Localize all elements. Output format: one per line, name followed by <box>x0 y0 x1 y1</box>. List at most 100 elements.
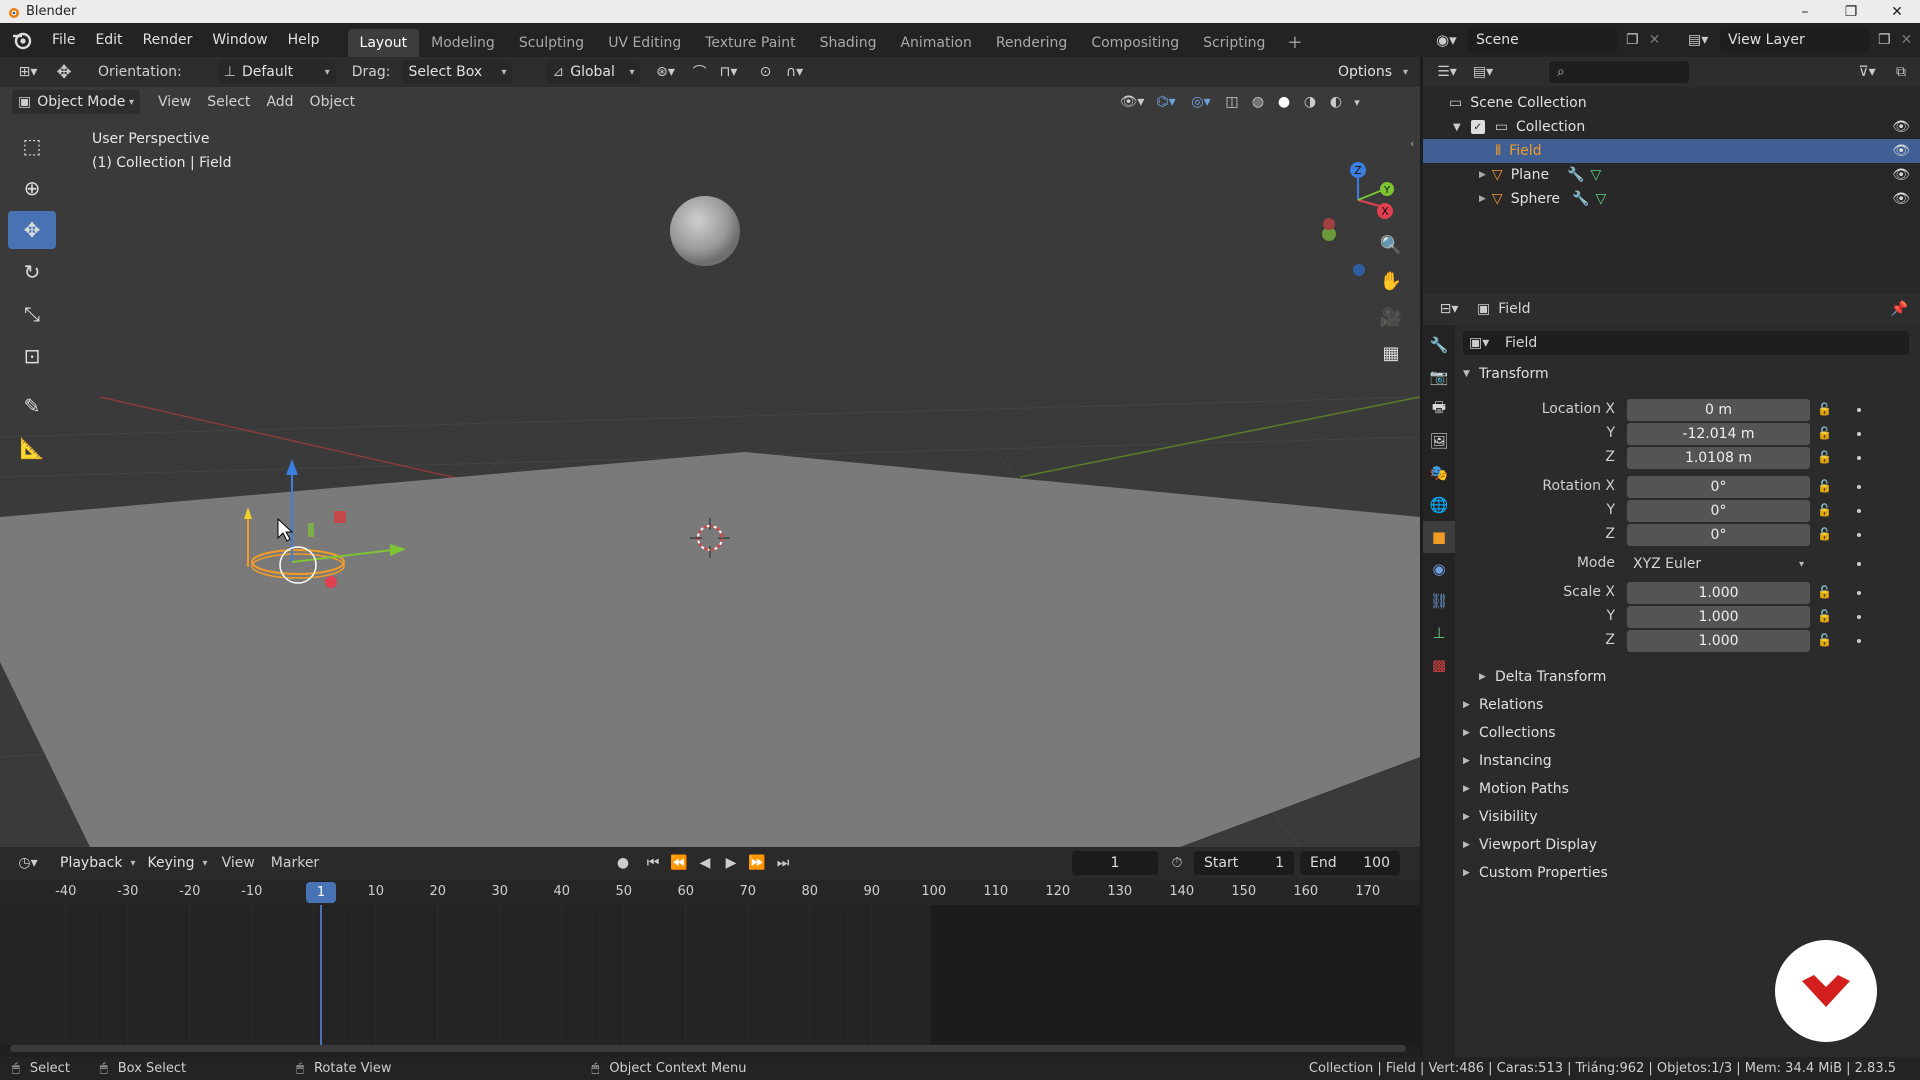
pivot-point-icon[interactable]: ⊛▾ <box>648 60 682 84</box>
start-frame-field[interactable]: Start 1 <box>1194 851 1294 875</box>
solid-shading-icon[interactable]: ● <box>1271 90 1297 114</box>
maximize-button[interactable]: ❐ <box>1828 0 1874 23</box>
lock-icon[interactable]: 🔓 <box>1817 633 1832 647</box>
rotation-mode-dropdown[interactable]: XYZ Euler ▾ <box>1627 553 1810 575</box>
expand-arrow-icon[interactable]: ▶ <box>1479 194 1486 204</box>
new-collection-icon[interactable]: ⧉ <box>1888 60 1914 84</box>
keyframe-dot-icon[interactable] <box>1857 591 1861 595</box>
record-icon[interactable]: ● <box>610 851 636 875</box>
outliner-row-field[interactable]: ⦀ Field 👁 <box>1423 139 1920 163</box>
visibility-eye-icon[interactable]: 👁 <box>1892 119 1910 135</box>
texture-tab-icon[interactable]: ▩ <box>1423 649 1455 681</box>
visibility-eye-icon[interactable]: 👁 <box>1892 143 1910 159</box>
ortho-grid-icon[interactable]: ▦ <box>1373 335 1409 371</box>
rendered-shading-icon[interactable]: ◐ <box>1323 90 1349 114</box>
lock-icon[interactable]: 🔓 <box>1817 426 1832 440</box>
lock-icon[interactable]: 🔓 <box>1817 609 1832 623</box>
menu-render[interactable]: Render <box>133 27 203 53</box>
relations-panel-header[interactable]: ▶ Relations <box>1463 697 1543 713</box>
keyframe-dot-icon[interactable] <box>1857 432 1861 436</box>
menu-edit[interactable]: Edit <box>85 27 132 53</box>
modifier-wrench-icon[interactable]: 🔧 <box>1567 167 1584 183</box>
menu-add[interactable]: Add <box>258 94 301 110</box>
current-frame-indicator[interactable]: 1 <box>306 882 336 903</box>
lock-icon[interactable]: 🔓 <box>1817 479 1832 493</box>
constraints-tab-icon[interactable]: ⛓ <box>1423 585 1455 617</box>
keyframe-dot-icon[interactable] <box>1857 408 1861 412</box>
visibility-eye-icon[interactable]: 👁 <box>1892 191 1910 207</box>
keyframe-dot-icon[interactable] <box>1857 509 1861 513</box>
outliner-row-collection[interactable]: ▼ ✓ ▭ Collection 👁 <box>1423 115 1920 139</box>
jump-keyframe-forward-icon[interactable]: ⏩ <box>744 851 770 875</box>
instancing-panel-header[interactable]: ▶ Instancing <box>1463 753 1552 769</box>
mesh-data-icon[interactable]: ▽ <box>1595 191 1606 207</box>
physics-tab-icon[interactable]: ◉ <box>1423 553 1455 585</box>
delete-scene-icon[interactable]: ✕ <box>1649 32 1661 48</box>
transform-panel-header[interactable]: ▼ Transform <box>1463 366 1549 382</box>
drag-dropdown[interactable]: Select Box ▾ <box>402 60 513 84</box>
keyframe-dot-icon[interactable] <box>1857 562 1861 566</box>
annotate-tool-icon[interactable]: ✎ <box>8 387 56 425</box>
jump-end-icon[interactable]: ⏭ <box>770 851 796 875</box>
timeline-view-menu[interactable]: View <box>214 855 263 871</box>
delete-view-layer-icon[interactable]: ✕ <box>1901 32 1913 48</box>
filter-icon[interactable]: ⊽▾ <box>1850 60 1884 84</box>
select-box-tool-icon[interactable]: ⬚ <box>8 127 56 165</box>
jump-keyframe-back-icon[interactable]: ⏪ <box>666 851 692 875</box>
keyframe-dot-icon[interactable] <box>1857 533 1861 537</box>
tab-layout[interactable]: Layout <box>347 29 420 57</box>
rotation-x-field[interactable]: 0° <box>1627 476 1810 498</box>
mesh-data-icon[interactable]: ▽ <box>1591 167 1602 183</box>
rotation-y-field[interactable]: 0° <box>1627 500 1810 522</box>
play-icon[interactable]: ▶ <box>718 851 744 875</box>
location-x-field[interactable]: 0 m <box>1627 399 1810 421</box>
transform-tool-icon[interactable]: ⊡ <box>8 337 56 375</box>
playback-menu[interactable]: Playback ▾ <box>54 851 142 875</box>
shading-options-icon[interactable]: ▾ <box>1349 90 1365 114</box>
mode-dropdown[interactable]: ▣ Object Mode ▾ <box>12 90 140 114</box>
collections-panel-header[interactable]: ▶ Collections <box>1463 725 1556 741</box>
tab-rendering[interactable]: Rendering <box>984 29 1080 57</box>
menu-view[interactable]: View <box>150 94 199 110</box>
marker-menu[interactable]: Marker <box>263 855 327 871</box>
lock-icon[interactable]: 🔓 <box>1817 503 1832 517</box>
current-frame-field[interactable]: 1 <box>1072 851 1158 875</box>
tool-tab-icon[interactable]: 🔧 <box>1423 329 1455 361</box>
plane-object[interactable] <box>0 452 1420 847</box>
orientation-dropdown[interactable]: ⊥ Default ▾ <box>217 60 336 84</box>
delta-transform-subpanel[interactable]: ▶ Delta Transform <box>1479 669 1606 685</box>
tab-animation[interactable]: Animation <box>888 29 983 57</box>
active-tool-icon[interactable]: ✥ <box>46 60 82 84</box>
move-tool-icon[interactable]: ✥ <box>8 211 56 249</box>
scale-y-field[interactable]: 1.000 <box>1627 606 1810 628</box>
expand-arrow-icon[interactable]: ▼ <box>1453 122 1461 133</box>
scene-name-field[interactable]: Scene <box>1468 28 1618 52</box>
new-view-layer-icon[interactable]: ❐ <box>1878 32 1891 48</box>
motion-paths-panel-header[interactable]: ▶ Motion Paths <box>1463 781 1569 797</box>
menu-help[interactable]: Help <box>278 27 330 53</box>
outliner-row-plane[interactable]: ▶ ▽ Plane 🔧 ▽ 👁 <box>1423 163 1920 187</box>
tab-compositing[interactable]: Compositing <box>1079 29 1191 57</box>
world-tab-icon[interactable]: 🌐 <box>1423 489 1455 521</box>
expand-arrow-icon[interactable]: ▶ <box>1479 170 1486 180</box>
properties-editor-type-icon[interactable]: ⊟▾ <box>1431 297 1467 321</box>
rotate-tool-icon[interactable]: ↻ <box>8 253 56 291</box>
cursor-tool-icon[interactable]: ⊕ <box>8 169 56 207</box>
outliner-row-sphere[interactable]: ▶ ▽ Sphere 🔧 ▽ 👁 <box>1423 187 1920 211</box>
outliner-row-scene-collection[interactable]: ▭ Scene Collection <box>1423 91 1920 115</box>
material-shading-icon[interactable]: ◑ <box>1297 90 1323 114</box>
tab-texture-paint[interactable]: Texture Paint <box>693 29 807 57</box>
tab-sculpting[interactable]: Sculpting <box>507 29 596 57</box>
outliner-search-input[interactable]: ⌕ <box>1549 61 1689 83</box>
custom-properties-panel-header[interactable]: ▶ Custom Properties <box>1463 865 1608 881</box>
gizmo-toggle-icon[interactable]: ⌬▾ <box>1149 90 1183 114</box>
keyframe-dot-icon[interactable] <box>1857 615 1861 619</box>
keyframe-dot-icon[interactable] <box>1857 456 1861 460</box>
view-layer-name-field[interactable]: View Layer <box>1720 28 1870 52</box>
rotation-z-field[interactable]: 0° <box>1627 524 1810 546</box>
menu-window[interactable]: Window <box>202 27 277 53</box>
tab-modeling[interactable]: Modeling <box>419 29 507 57</box>
new-scene-icon[interactable]: ❐ <box>1626 32 1639 48</box>
render-tab-icon[interactable]: 📷 <box>1423 361 1455 393</box>
scale-tool-icon[interactable]: ⤡ <box>8 295 56 333</box>
